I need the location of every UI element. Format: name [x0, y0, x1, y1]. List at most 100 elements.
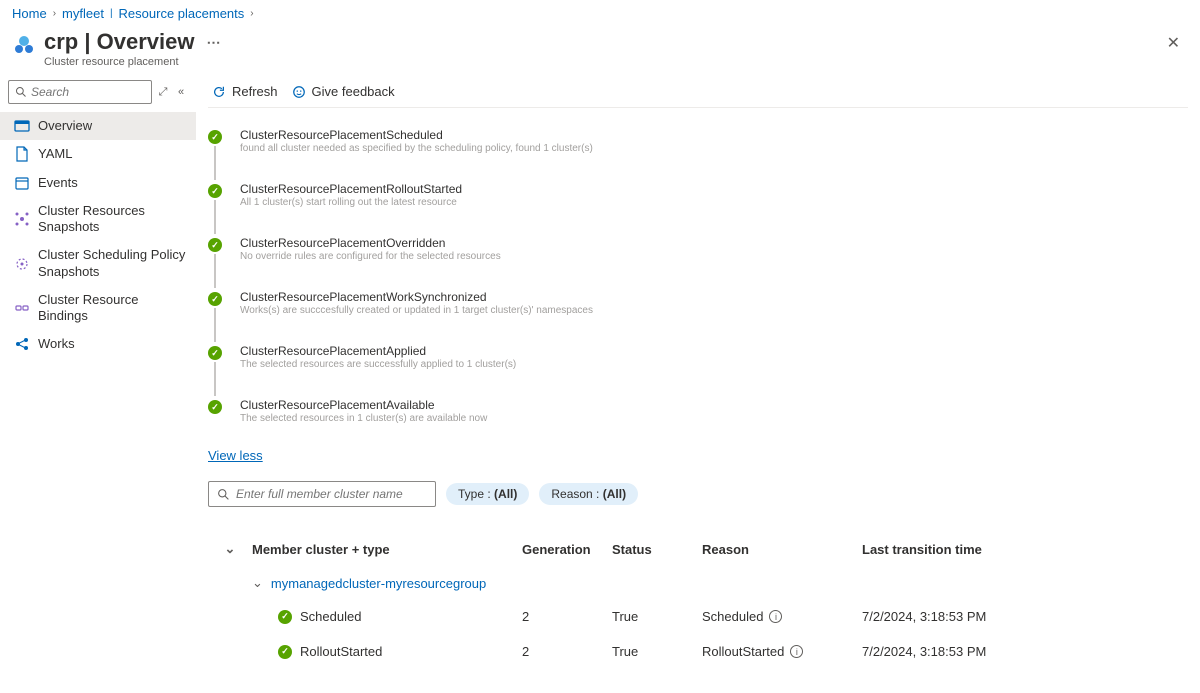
sidebar-item-cluster-scheduling-policy-snapshots[interactable]: Cluster Scheduling Policy Snapshots	[0, 241, 196, 286]
reason-filter-pill[interactable]: Reason : (All)	[539, 483, 638, 505]
give-feedback-button[interactable]: Give feedback	[292, 84, 395, 99]
row-time: 7/2/2024, 3:18:53 PM	[862, 609, 1188, 624]
timeline-item: ClusterResourcePlacementAvailableThe sel…	[208, 398, 1188, 434]
timeline-item: ClusterResourcePlacementOverriddenNo ove…	[208, 236, 1188, 290]
timeline-item: ClusterResourcePlacementWorkSynchronized…	[208, 290, 1188, 344]
sidebar-item-yaml[interactable]: YAML	[0, 140, 196, 168]
chevron-down-icon[interactable]: ⌄	[252, 575, 263, 591]
timeline-title: ClusterResourcePlacementOverridden	[240, 236, 501, 250]
more-actions-button[interactable]: ⋯	[202, 34, 225, 51]
overview-icon	[14, 118, 30, 134]
sidebar-item-label: Works	[38, 336, 75, 352]
member-cluster-filter-input[interactable]	[208, 481, 436, 507]
row-status: True	[612, 644, 702, 659]
sidebar-item-label: Cluster Resources Snapshots	[38, 203, 186, 236]
success-icon	[278, 610, 292, 624]
sidebar-item-events[interactable]: Events	[0, 169, 196, 197]
feedback-icon	[292, 85, 306, 99]
sidebar-item-overview[interactable]: Overview	[0, 112, 196, 140]
main-content: Refresh Give feedback ClusterResourcePla…	[196, 76, 1200, 693]
status-timeline: ClusterResourcePlacementScheduledfound a…	[208, 108, 1188, 442]
column-header-reason[interactable]: Reason	[702, 542, 862, 557]
view-less-link[interactable]: View less	[208, 448, 263, 463]
timeline-title: ClusterResourcePlacementApplied	[240, 344, 516, 358]
filter-row: Type : (All) Reason : (All)	[208, 481, 1188, 507]
sidebar-item-label: Events	[38, 175, 78, 191]
resource-icon	[12, 33, 36, 57]
expand-sidebar-button[interactable]: ⤢	[156, 86, 170, 99]
sidebar-item-cluster-resources-snapshots[interactable]: Cluster Resources Snapshots	[0, 197, 196, 242]
page-subtitle: Cluster resource placement	[44, 56, 225, 68]
document-icon	[14, 146, 30, 162]
row-type: RolloutStarted	[300, 644, 382, 659]
timeline-desc: No override rules are configured for the…	[240, 251, 501, 262]
success-icon	[208, 130, 222, 144]
pipe-icon: |	[110, 8, 113, 19]
success-icon	[208, 292, 222, 306]
sidebar-item-label: YAML	[38, 146, 72, 162]
type-filter-pill[interactable]: Type : (All)	[446, 483, 529, 505]
sidebar-item-label: Cluster Scheduling Policy Snapshots	[38, 247, 186, 280]
row-time: 7/2/2024, 3:18:53 PM	[862, 644, 1188, 659]
row-reason: Scheduled	[702, 609, 763, 624]
row-reason: RolloutStarted	[702, 644, 784, 659]
row-generation: 2	[522, 609, 612, 624]
timeline-desc: found all cluster needed as specified by…	[240, 143, 593, 154]
info-icon[interactable]: i	[790, 645, 803, 658]
timeline-title: ClusterResourcePlacementRolloutStarted	[240, 182, 462, 196]
timeline-desc: The selected resources are successfully …	[240, 359, 516, 370]
chevron-down-icon[interactable]: ⌄	[225, 541, 236, 557]
search-icon	[15, 86, 27, 98]
search-icon	[217, 488, 230, 501]
sidebar-item-label: Cluster Resource Bindings	[38, 292, 186, 325]
toolbar: Refresh Give feedback	[208, 76, 1188, 108]
member-cluster-link[interactable]: mymanagedcluster-myresourcegroup	[271, 576, 486, 591]
column-header-time[interactable]: Last transition time	[862, 542, 1188, 557]
events-icon	[14, 175, 30, 191]
collapse-sidebar-button[interactable]: «	[174, 86, 188, 98]
sidebar-search-field[interactable]	[31, 85, 145, 99]
row-type: Scheduled	[300, 609, 361, 624]
table-header: ⌄ Member cluster + type Generation Statu…	[208, 533, 1188, 567]
sidebar-item-works[interactable]: Works	[0, 330, 196, 358]
success-icon	[208, 238, 222, 252]
row-status: True	[612, 609, 702, 624]
timeline-title: ClusterResourcePlacementAvailable	[240, 398, 487, 412]
column-header-status[interactable]: Status	[612, 542, 702, 557]
sidebar-search-input[interactable]	[8, 80, 152, 104]
close-button[interactable]: ✕	[1159, 29, 1188, 57]
feedback-label: Give feedback	[312, 84, 395, 99]
breadcrumb-home[interactable]: Home	[12, 6, 47, 21]
snapshot-icon	[14, 211, 30, 227]
table-group-row[interactable]: ⌄ mymanagedcluster-myresourcegroup	[208, 567, 1188, 599]
refresh-label: Refresh	[232, 84, 278, 99]
works-icon	[14, 336, 30, 352]
chevron-right-icon: ›	[250, 8, 253, 19]
bindings-icon	[14, 300, 30, 316]
info-icon[interactable]: i	[769, 610, 782, 623]
sidebar-item-cluster-resource-bindings[interactable]: Cluster Resource Bindings	[0, 286, 196, 331]
refresh-button[interactable]: Refresh	[212, 84, 278, 99]
breadcrumb-section[interactable]: Resource placements	[119, 6, 245, 21]
success-icon	[278, 645, 292, 659]
policy-icon	[14, 256, 30, 272]
sidebar-item-label: Overview	[38, 118, 92, 134]
timeline-desc: All 1 cluster(s) start rolling out the l…	[240, 197, 462, 208]
timeline-item: ClusterResourcePlacementAppliedThe selec…	[208, 344, 1188, 398]
timeline-title: ClusterResourcePlacementWorkSynchronized	[240, 290, 593, 304]
column-header-generation[interactable]: Generation	[522, 542, 612, 557]
row-generation: 2	[522, 644, 612, 659]
success-icon	[208, 400, 222, 414]
column-header-name[interactable]: Member cluster + type	[252, 542, 522, 557]
timeline-desc: Works(s) are succcesfully created or upd…	[240, 305, 593, 316]
timeline-desc: The selected resources in 1 cluster(s) a…	[240, 413, 487, 424]
success-icon	[208, 184, 222, 198]
table-row: Scheduled 2 True Scheduled i 7/2/2024, 3…	[208, 599, 1188, 634]
sidebar: ⤢ « Overview YAML Events Cluster Resourc…	[0, 76, 196, 693]
success-icon	[208, 346, 222, 360]
timeline-title: ClusterResourcePlacementScheduled	[240, 128, 593, 142]
breadcrumb: Home › myfleet | Resource placements ›	[0, 0, 1200, 27]
timeline-item: ClusterResourcePlacementScheduledfound a…	[208, 128, 1188, 182]
member-cluster-filter-field[interactable]	[236, 487, 427, 501]
breadcrumb-fleet[interactable]: myfleet	[62, 6, 104, 21]
